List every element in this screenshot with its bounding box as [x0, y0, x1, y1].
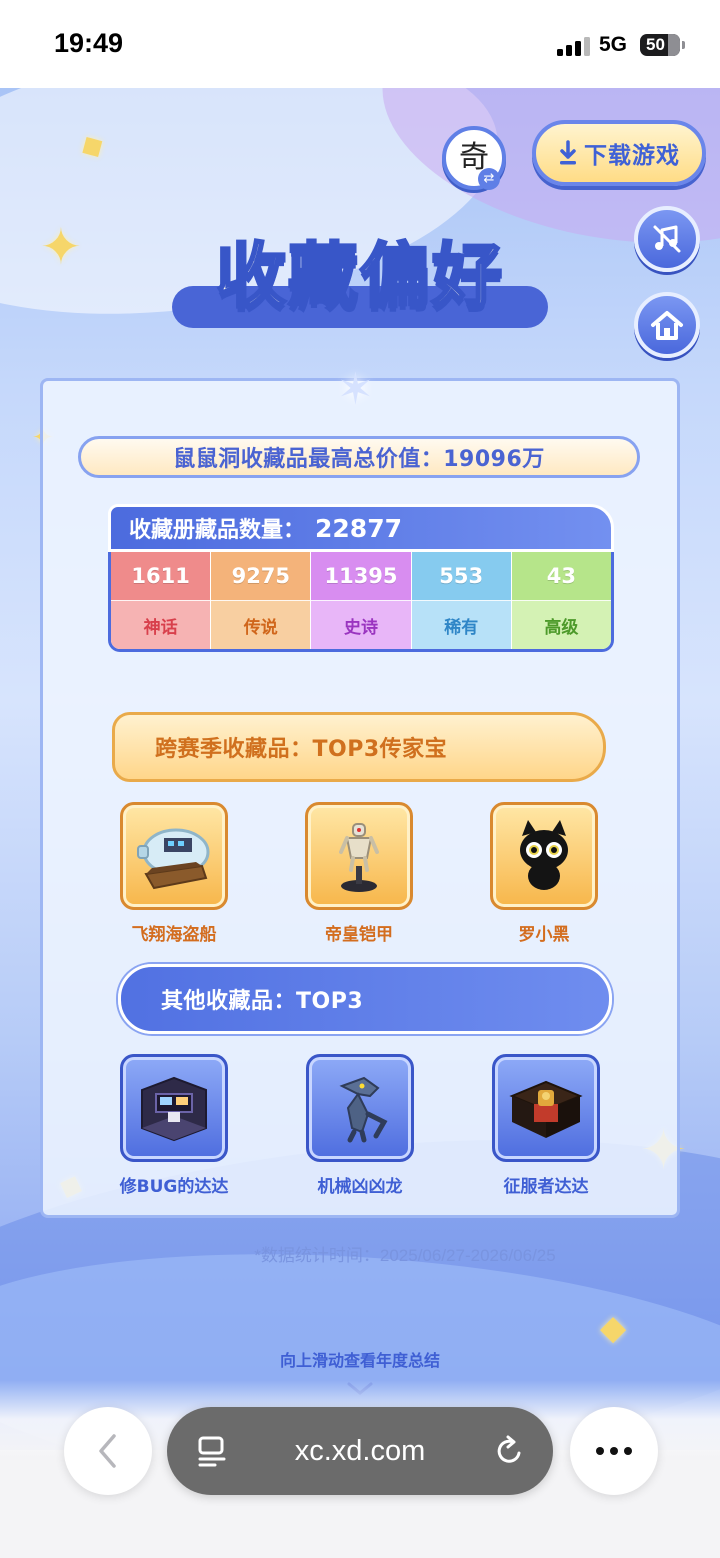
download-game-button[interactable]: 下载游戏 [532, 120, 706, 186]
item-name: 飞翔海盗船 [131, 925, 217, 945]
battery-empty-part [668, 34, 680, 56]
url-text[interactable]: xc.xd.com [247, 1407, 473, 1495]
rarity-column-epic: 11395 史诗 [311, 552, 412, 649]
battery-nub [682, 41, 685, 49]
crystal-emblem-icon: ✶ [337, 364, 374, 415]
status-time: 19:49 [54, 28, 124, 58]
item-frame [490, 802, 598, 910]
download-icon [560, 140, 576, 165]
back-button[interactable] [64, 1407, 152, 1495]
item-frame [305, 802, 413, 910]
battery-icon: 50 [640, 34, 680, 56]
rarity-name: 神话 [111, 601, 211, 649]
switch-icon[interactable]: ⇄ [478, 168, 500, 190]
battery-level: 50 [646, 35, 665, 54]
total-value-label: 鼠鼠洞收藏品最高总价值： [173, 447, 444, 472]
mecha-dragon-icon [339, 1076, 388, 1143]
collection-item[interactable]: 机械凶凶龙 [290, 1054, 430, 1197]
collection-item[interactable]: 修BUG的达达 [104, 1054, 244, 1197]
rarity-column-advanced: 43 高级 [511, 552, 611, 649]
emperor-armor-statue-icon [339, 823, 379, 892]
rarity-table: 1611 神话 9275 传说 11395 史诗 553 稀有 43 高级 [108, 552, 614, 652]
other-collection-banner: 其他收藏品：TOP3 [118, 964, 612, 1034]
address-bar[interactable]: xc.xd.com [167, 1407, 553, 1495]
item-frame [306, 1054, 414, 1162]
album-count-header: 收藏册藏品数量： 22877 [108, 504, 614, 552]
rarity-count: 1611 [111, 552, 211, 601]
more-dot [596, 1447, 604, 1455]
cross-season-title: 跨赛季收藏品：TOP3传家宝 [155, 737, 448, 762]
item-frame [120, 802, 228, 910]
home-icon [651, 311, 683, 340]
home-button[interactable] [634, 292, 700, 358]
total-value-banner: 鼠鼠洞收藏品最高总价值： 19096万 [78, 436, 640, 478]
more-options-button[interactable] [570, 1407, 658, 1495]
collection-item[interactable]: 征服者达达 [476, 1054, 616, 1197]
rarity-name: 稀有 [411, 601, 511, 649]
page-title: 收藏偏好 [215, 234, 504, 319]
cross-season-banner: 跨赛季收藏品：TOP3传家宝 [112, 712, 606, 782]
scroll-up-hint[interactable]: 向上滑动查看年度总结 [0, 1347, 720, 1371]
page-title-area: 收藏偏好 [172, 228, 548, 338]
page-menu-icon[interactable] [197, 1435, 227, 1467]
other-collection-title: 其他收藏品：TOP3 [161, 989, 364, 1014]
rarity-column-rare: 553 稀有 [411, 552, 512, 649]
album-count: 22877 [315, 513, 402, 543]
more-dot [624, 1447, 632, 1455]
star-sparkle-icon: ✦ [40, 218, 82, 276]
item-name: 罗小黑 [518, 925, 570, 945]
rarity-column-mythic: 1611 神话 [111, 552, 212, 649]
item-name: 征服者达达 [503, 1177, 589, 1197]
rarity-name: 高级 [511, 601, 611, 649]
reload-icon[interactable] [493, 1435, 525, 1467]
heirloom-item[interactable]: 帝皇铠甲 [289, 802, 429, 945]
collection-preference-page: ✦ ✦ ✦ ✦ ✦ ◆ ◆ ◆ 奇 ⇄ 下载游戏 收藏偏好 [0, 88, 720, 1450]
heirloom-item[interactable]: 飞翔海盗船 [104, 802, 244, 945]
item-name: 帝皇铠甲 [325, 925, 393, 945]
item-name: 机械凶凶龙 [317, 1177, 403, 1197]
rarity-count: 9275 [211, 552, 311, 601]
rarity-count: 43 [511, 552, 611, 601]
heirloom-item[interactable]: 罗小黑 [474, 802, 614, 945]
signal-strength-icon [557, 36, 591, 56]
gold-crystal-icon: ◆ [600, 1308, 627, 1348]
stat-period-text: *数据统计时间：2025/06/27-2026/06/25 [254, 1246, 556, 1265]
debug-room-icon [141, 1076, 207, 1142]
rarity-count: 553 [411, 552, 511, 601]
more-dot [610, 1447, 618, 1455]
item-frame [492, 1054, 600, 1162]
pirate-ship-bottle-icon [137, 828, 210, 890]
album-count-label: 收藏册藏品数量： [129, 518, 306, 543]
rarity-name: 史诗 [311, 601, 411, 649]
item-name: 修BUG的达达 [119, 1177, 229, 1197]
music-toggle-button[interactable] [634, 206, 700, 272]
conqueror-throne-icon [509, 1080, 583, 1138]
total-value: 19096万 [443, 447, 545, 472]
browser-toolbar: xc.xd.com [0, 1380, 720, 1558]
black-cat-plush-icon [520, 820, 568, 890]
chevron-left-icon [99, 1434, 116, 1468]
item-frame [120, 1054, 228, 1162]
network-type: 5G [599, 33, 628, 56]
download-game-label: 下载游戏 [584, 143, 680, 169]
rarity-count: 11395 [311, 552, 411, 601]
rarity-name: 传说 [211, 601, 311, 649]
rarity-column-legendary: 9275 传说 [211, 552, 312, 649]
music-off-icon [653, 225, 681, 253]
status-bar: 19:49 5G 50 [0, 0, 720, 88]
